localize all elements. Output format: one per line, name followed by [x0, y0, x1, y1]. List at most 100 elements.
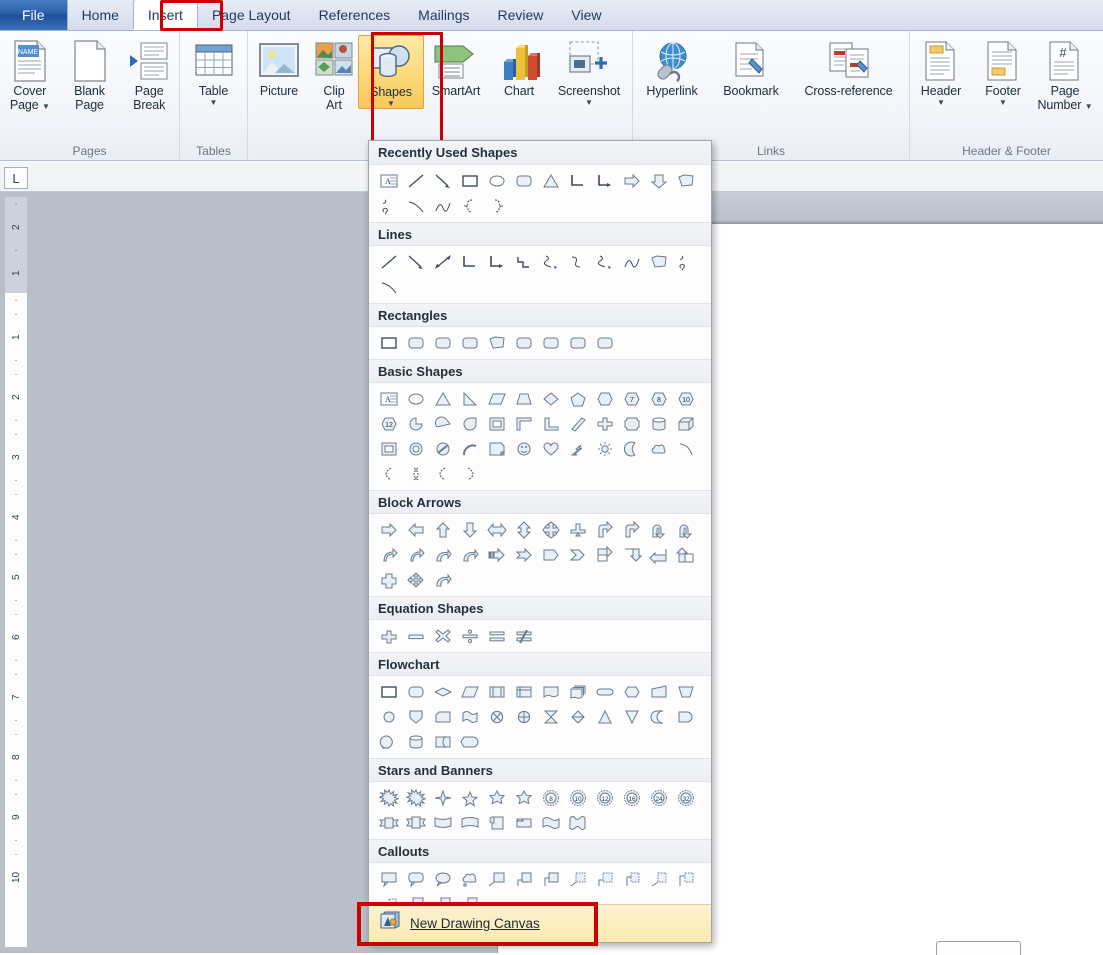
shape-item[interactable]	[537, 249, 564, 274]
shape-item[interactable]	[402, 623, 429, 648]
shape-item[interactable]: A	[375, 386, 402, 411]
tab-home[interactable]: Home	[68, 0, 133, 30]
shape-item[interactable]	[402, 679, 429, 704]
header-button[interactable]: Header ▼	[910, 35, 972, 107]
shape-item[interactable]	[483, 436, 510, 461]
shape-item[interactable]	[456, 623, 483, 648]
shape-item[interactable]	[510, 168, 537, 193]
tab-mailings[interactable]: Mailings	[404, 0, 483, 30]
shape-item[interactable]	[402, 567, 429, 592]
shape-item[interactable]	[375, 461, 402, 486]
shape-item[interactable]	[375, 704, 402, 729]
shape-item[interactable]: 8	[645, 386, 672, 411]
shape-item[interactable]	[483, 193, 510, 218]
shape-item[interactable]	[483, 168, 510, 193]
shape-item[interactable]	[645, 411, 672, 436]
shape-item[interactable]	[510, 679, 537, 704]
tab-view[interactable]: View	[557, 0, 615, 30]
blank-page-button[interactable]: Blank Page	[60, 35, 120, 112]
shape-item[interactable]	[510, 810, 537, 835]
shape-item[interactable]	[375, 810, 402, 835]
shape-item[interactable]	[483, 623, 510, 648]
shape-item[interactable]	[537, 330, 564, 355]
shape-item[interactable]	[564, 168, 591, 193]
shape-item[interactable]	[429, 411, 456, 436]
shape-item[interactable]	[456, 330, 483, 355]
shape-item[interactable]	[537, 168, 564, 193]
shape-item[interactable]	[456, 461, 483, 486]
shape-item[interactable]	[591, 542, 618, 567]
shape-item[interactable]	[429, 623, 456, 648]
shape-item[interactable]	[429, 193, 456, 218]
clip-art-button[interactable]: Clip Art	[310, 35, 358, 112]
shape-item[interactable]	[456, 810, 483, 835]
footer-button[interactable]: Footer ▼	[972, 35, 1034, 107]
shape-item[interactable]	[672, 542, 699, 567]
shape-item[interactable]	[375, 866, 402, 891]
shape-item[interactable]: 10	[564, 785, 591, 810]
shape-item[interactable]	[429, 517, 456, 542]
footer-caret-icon[interactable]: ▼	[999, 98, 1007, 107]
shape-item[interactable]	[429, 567, 456, 592]
screenshot-button[interactable]: Screenshot ▼	[550, 35, 628, 107]
shape-item[interactable]	[672, 704, 699, 729]
shape-item[interactable]	[402, 704, 429, 729]
shape-item[interactable]	[402, 168, 429, 193]
picture-button[interactable]: Picture	[248, 35, 310, 98]
shape-item[interactable]	[483, 517, 510, 542]
shape-item[interactable]	[483, 810, 510, 835]
shape-item[interactable]	[591, 866, 618, 891]
shape-item[interactable]	[375, 679, 402, 704]
page-number-button[interactable]: # Page Number ▼	[1034, 35, 1096, 112]
new-drawing-canvas-item[interactable]: New Drawing Canvas	[369, 904, 711, 942]
shape-item[interactable]	[591, 411, 618, 436]
shape-item[interactable]	[510, 542, 537, 567]
shape-item[interactable]	[429, 542, 456, 567]
shape-item[interactable]	[510, 704, 537, 729]
shape-item[interactable]	[510, 249, 537, 274]
shape-item[interactable]	[564, 517, 591, 542]
shape-item[interactable]	[375, 517, 402, 542]
shape-item[interactable]: 16	[618, 785, 645, 810]
tab-stop-selector[interactable]: L	[4, 167, 28, 189]
shape-item[interactable]	[510, 386, 537, 411]
shape-item[interactable]	[375, 785, 402, 810]
shape-item[interactable]	[375, 274, 402, 299]
shapes-dropdown-menu[interactable]: Recently Used Shapes A Lines Rectangles Basi…	[368, 140, 712, 943]
shape-item[interactable]	[537, 386, 564, 411]
shape-item[interactable]	[402, 436, 429, 461]
shape-item[interactable]	[402, 810, 429, 835]
shape-item[interactable]	[564, 386, 591, 411]
shape-item[interactable]	[672, 168, 699, 193]
shape-item[interactable]	[483, 866, 510, 891]
tab-file[interactable]: File	[0, 0, 68, 30]
shape-item[interactable]	[537, 436, 564, 461]
shape-item[interactable]	[483, 785, 510, 810]
shape-item[interactable]	[510, 436, 537, 461]
shape-item[interactable]	[483, 679, 510, 704]
shape-item[interactable]	[591, 436, 618, 461]
shape-item[interactable]	[456, 168, 483, 193]
shape-item[interactable]	[564, 704, 591, 729]
shape-item[interactable]	[375, 330, 402, 355]
shape-item[interactable]	[591, 704, 618, 729]
shapes-caret-icon[interactable]: ▼	[387, 99, 395, 108]
shape-item[interactable]	[564, 249, 591, 274]
shape-item[interactable]	[402, 461, 429, 486]
shape-item[interactable]	[564, 436, 591, 461]
shapes-button[interactable]: Shapes ▼	[358, 35, 424, 109]
shape-item[interactable]	[591, 386, 618, 411]
shape-item[interactable]	[510, 411, 537, 436]
shape-item[interactable]	[402, 785, 429, 810]
shape-item[interactable]	[456, 411, 483, 436]
shape-item[interactable]	[537, 704, 564, 729]
shape-item[interactable]	[591, 249, 618, 274]
shape-item[interactable]	[564, 679, 591, 704]
tab-references[interactable]: References	[305, 0, 405, 30]
shape-item[interactable]	[402, 193, 429, 218]
shape-item[interactable]	[483, 542, 510, 567]
shape-item[interactable]	[402, 411, 429, 436]
shape-item[interactable]	[510, 517, 537, 542]
shape-item[interactable]	[429, 810, 456, 835]
shape-item[interactable]	[375, 193, 402, 218]
